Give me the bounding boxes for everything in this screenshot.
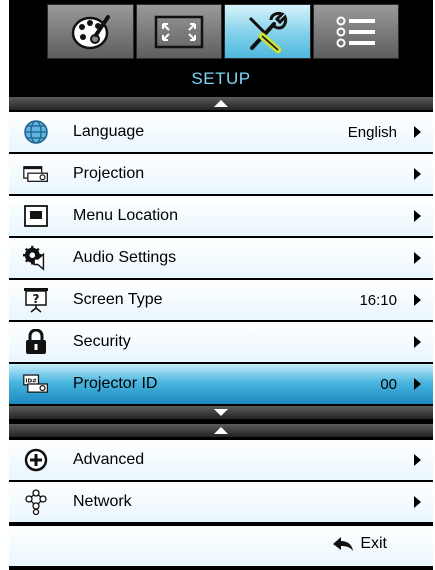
return-arrow-icon bbox=[333, 537, 354, 551]
tab-bar bbox=[47, 4, 399, 59]
osd-menu: SETUP Language English Projection Menu L… bbox=[9, 0, 433, 570]
menu-item-label: Audio Settings bbox=[73, 249, 177, 266]
menu-location-icon bbox=[23, 203, 49, 229]
menu-item-value: 16:10 bbox=[359, 292, 397, 309]
tab-options[interactable] bbox=[312, 4, 399, 59]
plus-circle-icon bbox=[23, 447, 49, 473]
menu-item-projector-id[interactable]: ID# Projector ID 00 bbox=[9, 364, 433, 404]
chevron-right-icon bbox=[414, 252, 421, 264]
chevron-right-icon bbox=[414, 454, 421, 466]
menu-title: SETUP bbox=[191, 69, 251, 88]
chevron-right-icon bbox=[414, 294, 421, 306]
menu-item-label: Menu Location bbox=[73, 207, 178, 224]
chevron-right-icon bbox=[414, 378, 421, 390]
palette-icon bbox=[72, 14, 111, 49]
menu-item-value: 00 bbox=[380, 376, 397, 393]
menu-item-security[interactable]: Security bbox=[9, 322, 433, 362]
menu-item-label: Projector ID bbox=[73, 375, 158, 392]
menu-item-audio-settings[interactable]: Audio Settings bbox=[9, 238, 433, 278]
menu-item-label: Network bbox=[73, 493, 132, 510]
projector-id-icon: ID# bbox=[23, 371, 49, 397]
exit-button[interactable]: Exit bbox=[332, 535, 387, 553]
tab-image[interactable] bbox=[47, 4, 134, 59]
menu-item-label: Language bbox=[73, 123, 145, 140]
exit-bar: Exit bbox=[9, 526, 433, 566]
chevron-right-icon bbox=[414, 168, 421, 180]
menu-item-projection[interactable]: Projection bbox=[9, 154, 433, 194]
menu-item-label: Advanced bbox=[73, 451, 145, 468]
tab-display[interactable] bbox=[135, 4, 222, 59]
menu-item-network[interactable]: Network bbox=[9, 482, 433, 522]
setup-menu-list: Language English Projection Menu Locatio… bbox=[9, 112, 433, 406]
scroll-up-indicator[interactable] bbox=[9, 97, 433, 110]
scroll-down-icon bbox=[214, 409, 228, 416]
projector-icon bbox=[23, 161, 49, 187]
setup-submenu-list: Advanced Network bbox=[9, 440, 433, 524]
menu-item-label: Projection bbox=[73, 165, 145, 182]
menu-item-value: English bbox=[347, 124, 397, 141]
menu-item-label: Screen Type bbox=[73, 291, 163, 308]
scroll-up-icon bbox=[214, 427, 228, 434]
chevron-right-icon bbox=[414, 496, 421, 508]
lock-icon bbox=[23, 329, 49, 355]
list-menu-icon bbox=[336, 16, 375, 47]
svg-text:?: ? bbox=[33, 292, 40, 306]
tab-setup[interactable] bbox=[224, 4, 311, 59]
menu-item-advanced[interactable]: Advanced bbox=[9, 440, 433, 480]
tools-icon bbox=[249, 11, 288, 53]
screen-resize-icon bbox=[154, 15, 203, 48]
exit-label: Exit bbox=[360, 535, 387, 552]
menu-item-label: Security bbox=[73, 333, 131, 350]
chevron-right-icon bbox=[414, 336, 421, 348]
network-icon bbox=[23, 489, 49, 515]
menu-item-language[interactable]: Language English bbox=[9, 112, 433, 152]
chevron-right-icon bbox=[414, 126, 421, 138]
speaker-gear-icon bbox=[23, 245, 49, 271]
globe-icon bbox=[23, 119, 49, 145]
scroll-up-icon bbox=[214, 100, 228, 107]
chevron-right-icon bbox=[414, 210, 421, 222]
screen-type-icon: ? bbox=[23, 287, 49, 313]
scroll-up-indicator-lower[interactable] bbox=[9, 424, 433, 437]
scroll-down-indicator[interactable] bbox=[9, 406, 433, 419]
menu-item-screen-type[interactable]: ? Screen Type 16:10 bbox=[9, 280, 433, 320]
menu-item-menu-location[interactable]: Menu Location bbox=[9, 196, 433, 236]
